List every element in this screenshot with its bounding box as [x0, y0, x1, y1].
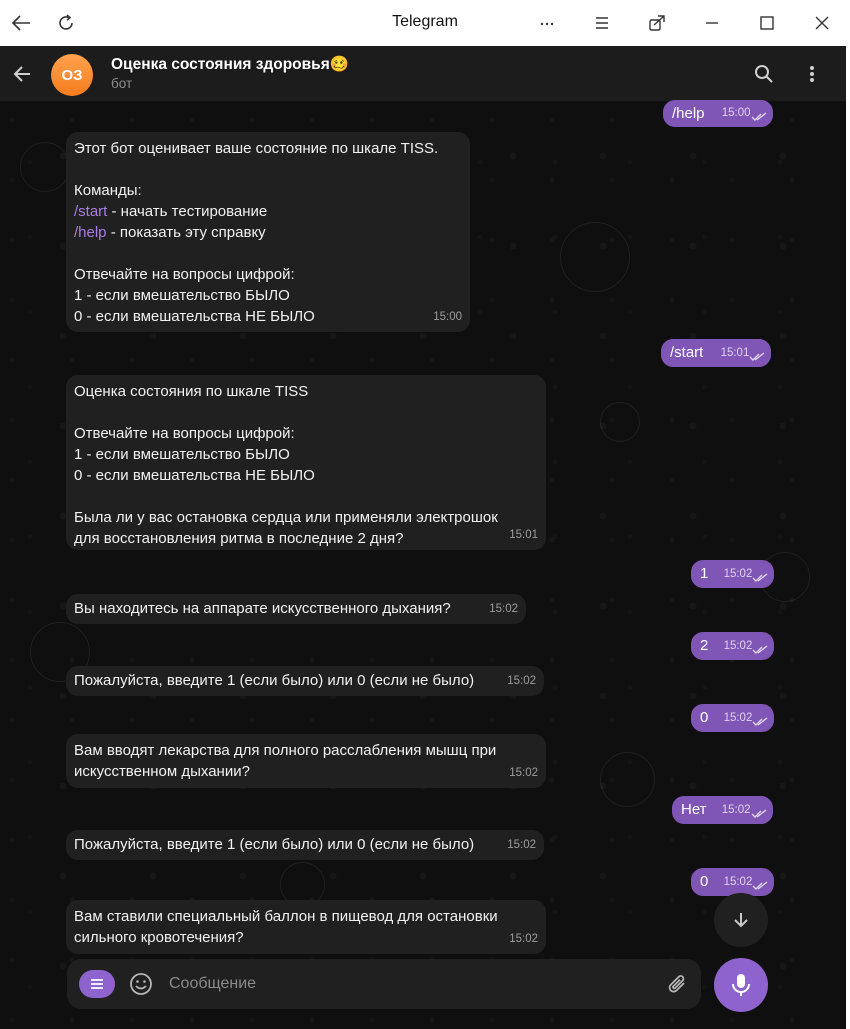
read-check-icon: [749, 352, 765, 361]
message-outgoing[interactable]: Нет 15:02: [672, 796, 773, 824]
chat-title[interactable]: Оценка состояния здоровья🥴: [111, 55, 349, 74]
read-check-icon: [752, 717, 768, 726]
message-text: /help: [672, 105, 705, 122]
message-incoming[interactable]: Вы находитесь на аппарате искусственного…: [66, 594, 526, 624]
chat-header: ОЗ Оценка состояния здоровья🥴 бот: [0, 46, 850, 102]
message-outgoing[interactable]: 0 15:02: [691, 704, 775, 732]
message-input[interactable]: [169, 959, 649, 1009]
window-edge: [846, 46, 850, 1029]
message-time: 15:02: [723, 640, 753, 652]
message-time: 15:00: [721, 107, 751, 119]
read-check-icon: [751, 112, 766, 121]
message-text: 0: [700, 873, 709, 890]
message-outgoing[interactable]: /help 15:00: [663, 100, 773, 127]
wallpaper-doodle: [600, 402, 640, 442]
message-incoming[interactable]: Пожалуйста, введите 1 (если было) или 0 …: [66, 830, 544, 860]
message-text: Пожалуйста, введите 1 (если было) или 0 …: [74, 836, 475, 853]
wallpaper-doodle: [20, 142, 70, 192]
window-titlebar: Telegram: [0, 0, 850, 46]
back-arrow-icon[interactable]: [6, 58, 38, 90]
bot-menu-button[interactable]: [79, 970, 115, 998]
arrow-down-icon: [734, 913, 748, 928]
scroll-down-button[interactable]: [714, 893, 768, 947]
command-link[interactable]: /help: [74, 224, 107, 241]
attach-button[interactable]: [665, 971, 691, 997]
message-incoming[interactable]: Оценка состояния по шкале TISS Отвечайте…: [66, 375, 546, 550]
message-outgoing[interactable]: 1 15:02: [691, 560, 775, 588]
avatar[interactable]: ОЗ: [51, 54, 93, 96]
smile-icon: [130, 973, 152, 995]
close-icon[interactable]: [801, 0, 843, 46]
message-text: 2: [700, 637, 709, 654]
read-check-icon: [752, 881, 768, 890]
message-time: 15:01: [509, 529, 538, 541]
voice-record-button[interactable]: [714, 958, 768, 1012]
message-incoming[interactable]: Вам вводят лекарства для полного расслаб…: [66, 734, 546, 788]
menu-icon[interactable]: [581, 0, 623, 46]
message-text: Этот бот оценивает ваше состояние по шка…: [74, 140, 439, 325]
message-time: 15:00: [433, 311, 462, 323]
message-text: Вам ставили специальный баллон в пищевод…: [74, 908, 498, 946]
chat-status: бот: [111, 76, 133, 91]
extension-icon[interactable]: [636, 0, 678, 46]
menu-lines-icon: [91, 979, 103, 989]
command-link[interactable]: /start: [74, 203, 107, 220]
message-text: /start: [670, 344, 704, 361]
message-outgoing[interactable]: 2 15:02: [691, 632, 775, 660]
message-time: 15:02: [721, 804, 751, 816]
message-time: 15:02: [507, 839, 536, 851]
message-outgoing[interactable]: 0 15:02: [691, 868, 775, 896]
message-text: Вам вводят лекарства для полного расслаб…: [74, 742, 497, 780]
read-check-icon: [752, 645, 768, 654]
read-check-icon: [751, 809, 766, 818]
message-time: 15:02: [507, 675, 536, 687]
message-text: Оценка состояния по шкале TISS Отвечайте…: [74, 383, 498, 547]
message-time: 15:02: [509, 767, 538, 779]
message-time: 15:02: [489, 603, 518, 615]
message-text: 1: [700, 565, 709, 582]
message-time: 15:02: [723, 568, 753, 580]
message-outgoing[interactable]: /start 15:01: [661, 339, 772, 367]
wallpaper-doodle: [560, 222, 630, 292]
message-text: Нет: [681, 801, 707, 818]
maximize-icon[interactable]: [746, 0, 788, 46]
message-text: 0: [700, 709, 709, 726]
message-composer: [67, 959, 701, 1009]
message-time: 15:01: [720, 347, 750, 359]
microphone-icon: [732, 974, 750, 996]
message-incoming[interactable]: Пожалуйста, введите 1 (если было) или 0 …: [66, 666, 544, 696]
message-incoming[interactable]: Этот бот оценивает ваше состояние по шка…: [66, 132, 470, 332]
message-time: 15:02: [509, 933, 538, 945]
message-text: Вы находитесь на аппарате искусственного…: [74, 600, 451, 617]
message-incoming[interactable]: Вам ставили специальный баллон в пищевод…: [66, 900, 546, 954]
message-time: 15:02: [723, 876, 753, 888]
minimize-icon[interactable]: [691, 0, 733, 46]
read-check-icon: [752, 573, 768, 582]
wallpaper-doodle: [600, 752, 655, 807]
message-time: 15:02: [723, 712, 753, 724]
more-vertical-icon[interactable]: [796, 58, 828, 90]
emoji-button[interactable]: [128, 971, 154, 997]
message-text: Пожалуйста, введите 1 (если было) или 0 …: [74, 672, 475, 689]
more-dots-icon[interactable]: [526, 0, 568, 46]
paperclip-icon: [668, 975, 685, 993]
search-icon[interactable]: [748, 58, 780, 90]
